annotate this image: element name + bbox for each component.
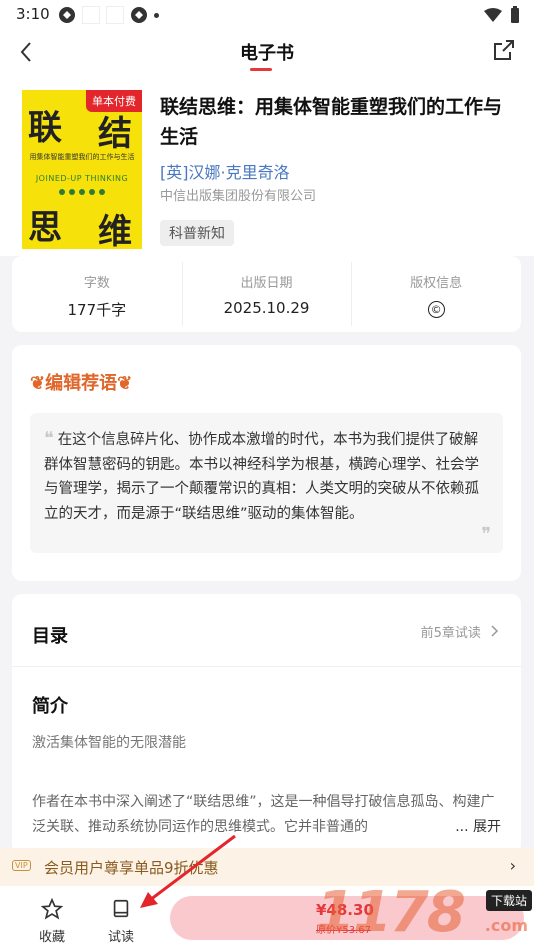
book-title: 联结思维：用集体智能重塑我们的工作与生活 (160, 96, 503, 148)
collect-label: 收藏 (38, 930, 65, 945)
intro-text: 作者在本书中深入阐述了“联结思维”，这是一种倡导打破信息孤岛、构建广泛关联、推动… (32, 794, 495, 835)
status-notification-icons (58, 6, 159, 24)
book-author[interactable]: [英]汉娜·克里奇洛 (160, 159, 290, 183)
buy-price: ¥48.30 (316, 901, 374, 919)
laurel-right-icon: ❦ (117, 373, 133, 394)
recommendation-quote: ❝ 在这个信息碎片化、协作成本激增的时代，本书为我们提供了破解群体智慧密码的钥匙。… (30, 413, 503, 553)
divider (12, 666, 521, 667)
notification-blank-icon (82, 6, 100, 24)
cover-char: 结 (98, 114, 132, 154)
notification-app-icon (59, 7, 75, 23)
status-right-icons (484, 6, 520, 23)
chevron-right-icon (491, 625, 499, 637)
notification-app-icon (131, 7, 147, 23)
intro-subtitle: 激活集体智能的无限潜能 (32, 735, 186, 751)
stat-word-count: 字数 177千字 (12, 256, 182, 332)
status-time: 3:10 (16, 5, 50, 23)
share-icon (494, 40, 514, 60)
quote-close-icon: ❞ (481, 523, 491, 545)
toc-title: 目录 (32, 626, 68, 647)
vip-text: 会员用户尊享单品9折优惠 (44, 859, 219, 877)
vip-offer-bar[interactable]: VIP 会员用户尊享单品9折优惠 › (0, 848, 534, 886)
book-icon (113, 899, 129, 918)
cover-dots-decoration (59, 189, 105, 195)
bottom-action-bar: 收藏 试读 ¥48.30 原价¥53.67 (0, 886, 534, 950)
vip-icon: VIP (12, 860, 31, 871)
cover-char: 思 (28, 208, 62, 248)
book-info-section: 联 结 用集体智能重塑我们的工作与生活 JOINED-UP THINKING 思… (0, 80, 534, 256)
status-bar: 3:10 (0, 0, 534, 30)
share-button[interactable] (492, 38, 520, 66)
page-title: 电子书 (240, 43, 294, 64)
copyright-icon: © (427, 301, 445, 318)
book-stats: 字数 177千字 出版日期 2025.10.29 版权信息 © (12, 256, 521, 332)
stat-value: 2025.10.29 (223, 299, 310, 317)
cover-char: 联 (28, 108, 62, 148)
trial-read-button[interactable]: 试读 (101, 898, 141, 945)
toc-intro-card: 目录 前5章试读 简介 激活集体智能的无限潜能 作者在本书中深入阐述了“联结思维… (12, 594, 521, 854)
paid-badge: 单本付费 (86, 90, 142, 112)
stat-value: 177千字 (67, 301, 127, 319)
star-icon (40, 897, 64, 920)
trial-read-label: 试读 (107, 930, 134, 945)
book-publisher: 中信出版集团股份有限公司 (160, 189, 317, 204)
laurel-left-icon: ❦ (30, 373, 46, 394)
stat-publish-date: 出版日期 2025.10.29 (181, 256, 352, 332)
battery-icon (511, 6, 519, 23)
stat-label: 出版日期 (240, 276, 293, 291)
book-cover[interactable]: 联 结 用集体智能重塑我们的工作与生活 JOINED-UP THINKING 思… (22, 90, 142, 249)
original-price: 原价¥53.67 (316, 925, 371, 936)
buy-button[interactable]: ¥48.30 原价¥53.67 (170, 896, 524, 940)
collect-button[interactable]: 收藏 (32, 897, 72, 945)
top-nav: 电子书 (0, 30, 534, 80)
wifi-icon (484, 7, 502, 22)
quote-open-icon: ❝ (44, 428, 54, 449)
stat-label: 字数 (83, 276, 110, 291)
cover-english-title: JOINED-UP THINKING (35, 174, 129, 183)
expand-button[interactable]: ... 展开 (447, 816, 501, 836)
recommendation-title: ❦编辑荐语❦ (30, 373, 133, 394)
cover-subtitle: 用集体智能重塑我们的工作与生活 (29, 153, 135, 161)
more-notifications-dot (154, 12, 159, 18)
stat-label: 版权信息 (410, 276, 463, 291)
editor-recommendation: ❦编辑荐语❦ ❝ 在这个信息碎片化、协作成本激增的时代，本书为我们提供了破解群体智… (12, 345, 521, 581)
chevron-right-icon: › (509, 856, 516, 875)
trial-chapters-link[interactable]: 前5章试读 (421, 622, 499, 641)
category-tag[interactable]: 科普新知 (160, 220, 234, 246)
cover-char: 维 (98, 212, 132, 249)
notification-blank-icon (106, 6, 124, 24)
intro-title: 简介 (32, 696, 68, 717)
recommendation-text: 在这个信息碎片化、协作成本激增的时代，本书为我们提供了破解群体智慧密码的钥匙。本… (44, 432, 479, 522)
stat-copyright[interactable]: 版权信息 © (351, 256, 521, 332)
title-underline (250, 68, 272, 71)
